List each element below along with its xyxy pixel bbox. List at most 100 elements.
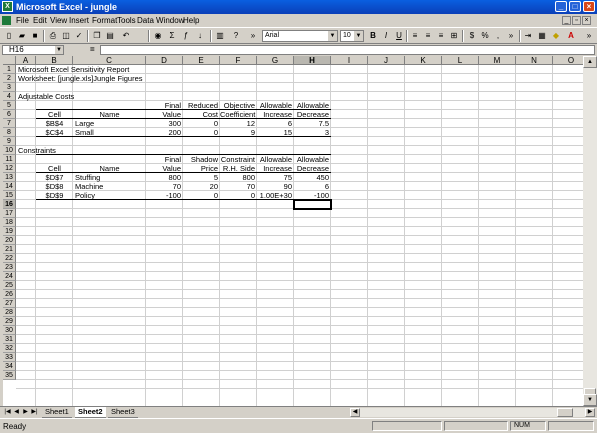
- row-header[interactable]: 14: [3, 182, 16, 191]
- horizontal-scrollbar[interactable]: ◀ ▶: [350, 408, 595, 417]
- column-header[interactable]: B: [36, 56, 73, 65]
- row-header[interactable]: 35: [3, 371, 16, 380]
- font-size-combo[interactable]: 10 ▼: [340, 30, 364, 42]
- scroll-down-icon[interactable]: ▼: [583, 394, 597, 406]
- workbook-close-button[interactable]: ×: [582, 16, 591, 25]
- next-sheet-icon[interactable]: ▶: [21, 408, 30, 417]
- more-buttons-icon[interactable]: »: [247, 30, 259, 42]
- column-header[interactable]: M: [479, 56, 516, 65]
- row-header[interactable]: 10: [3, 146, 16, 155]
- row-header[interactable]: 5: [3, 101, 16, 110]
- open-icon[interactable]: ▰: [16, 30, 28, 42]
- column-header[interactable]: O: [553, 56, 583, 65]
- row-header[interactable]: 24: [3, 272, 16, 281]
- menu-edit[interactable]: Edit: [33, 15, 47, 26]
- row-header[interactable]: 18: [3, 218, 16, 227]
- spelling-icon[interactable]: ✓: [73, 30, 85, 42]
- menu-view[interactable]: View: [50, 15, 67, 26]
- column-header[interactable]: H: [294, 56, 331, 65]
- scroll-up-icon[interactable]: ▲: [583, 56, 597, 68]
- function-icon[interactable]: ƒ: [180, 30, 192, 42]
- workbook-minimize-button[interactable]: _: [562, 16, 571, 25]
- row-header[interactable]: 22: [3, 254, 16, 263]
- row-header[interactable]: 30: [3, 326, 16, 335]
- column-header[interactable]: J: [368, 56, 405, 65]
- align-center-icon[interactable]: ≡: [422, 30, 434, 42]
- row-header[interactable]: 2: [3, 74, 16, 83]
- row-header[interactable]: 31: [3, 335, 16, 344]
- bold-icon[interactable]: B: [367, 30, 379, 42]
- sort-ascending-icon[interactable]: ↓: [194, 30, 206, 42]
- row-header[interactable]: 33: [3, 353, 16, 362]
- row-header[interactable]: 16: [3, 200, 16, 209]
- row-header[interactable]: 1: [3, 65, 16, 74]
- formula-input[interactable]: [100, 45, 595, 55]
- row-header[interactable]: 17: [3, 209, 16, 218]
- new-icon[interactable]: ▯: [3, 30, 15, 42]
- minimize-button[interactable]: _: [555, 1, 567, 12]
- row-header[interactable]: 3: [3, 83, 16, 92]
- row-header[interactable]: 29: [3, 317, 16, 326]
- row-header[interactable]: 12: [3, 164, 16, 173]
- print-icon[interactable]: ⎙: [47, 30, 59, 42]
- first-sheet-icon[interactable]: |◀: [3, 408, 12, 417]
- merge-center-icon[interactable]: ⊞: [448, 30, 460, 42]
- sheet-tab-sheet3[interactable]: Sheet3: [108, 407, 138, 418]
- font-name-combo[interactable]: Arial ▼: [262, 30, 338, 42]
- menu-file[interactable]: File: [16, 15, 29, 26]
- scroll-right-icon[interactable]: ▶: [585, 408, 595, 417]
- row-header[interactable]: 11: [3, 155, 16, 164]
- sheet-tab-sheet1[interactable]: Sheet1: [42, 407, 72, 418]
- excel-app-icon[interactable]: X: [2, 1, 13, 12]
- menu-format[interactable]: Format: [92, 15, 117, 26]
- print-preview-icon[interactable]: ◫: [60, 30, 72, 42]
- row-header[interactable]: 21: [3, 245, 16, 254]
- row-header[interactable]: 27: [3, 299, 16, 308]
- font-color-icon[interactable]: A: [565, 30, 577, 42]
- name-box[interactable]: H16 ▼: [2, 45, 64, 55]
- row-header[interactable]: 7: [3, 119, 16, 128]
- fill-color-icon[interactable]: ◆: [550, 30, 562, 42]
- horizontal-scroll-thumb[interactable]: [557, 408, 573, 417]
- save-icon[interactable]: ■: [29, 30, 41, 42]
- column-header[interactable]: D: [146, 56, 183, 65]
- column-header[interactable]: C: [73, 56, 146, 65]
- paste-icon[interactable]: ▤: [104, 30, 116, 42]
- align-left-icon[interactable]: ≡: [409, 30, 421, 42]
- previous-sheet-icon[interactable]: ◀: [12, 408, 21, 417]
- vertical-scrollbar[interactable]: ▲ ▼: [583, 56, 597, 406]
- chevron-down-icon[interactable]: ▼: [328, 31, 337, 41]
- menu-tools[interactable]: Tools: [117, 15, 136, 26]
- row-header[interactable]: 26: [3, 290, 16, 299]
- autosum-icon[interactable]: Σ: [166, 30, 178, 42]
- currency-icon[interactable]: $: [466, 30, 478, 42]
- hyperlink-icon[interactable]: ◉: [152, 30, 164, 42]
- row-header[interactable]: 15: [3, 191, 16, 200]
- row-header[interactable]: 13: [3, 173, 16, 182]
- column-header[interactable]: A: [16, 56, 36, 65]
- row-header[interactable]: 6: [3, 110, 16, 119]
- scroll-left-icon[interactable]: ◀: [350, 408, 360, 417]
- undo-icon[interactable]: ↶: [120, 30, 132, 42]
- row-header[interactable]: 23: [3, 263, 16, 272]
- menu-data[interactable]: Data: [137, 15, 154, 26]
- row-header[interactable]: 9: [3, 137, 16, 146]
- percent-icon[interactable]: %: [479, 30, 491, 42]
- underline-icon[interactable]: U: [393, 30, 405, 42]
- column-header[interactable]: F: [220, 56, 257, 65]
- row-header[interactable]: 28: [3, 308, 16, 317]
- menu-insert[interactable]: Insert: [69, 15, 89, 26]
- chevron-down-icon[interactable]: ▼: [354, 31, 363, 41]
- workbook-icon[interactable]: [2, 16, 11, 25]
- column-header[interactable]: K: [405, 56, 442, 65]
- row-header[interactable]: 25: [3, 281, 16, 290]
- close-button[interactable]: ×: [583, 1, 595, 12]
- menu-help[interactable]: Help: [183, 15, 199, 26]
- chart-wizard-icon[interactable]: ▥: [214, 30, 226, 42]
- column-header[interactable]: N: [516, 56, 553, 65]
- row-header[interactable]: 19: [3, 227, 16, 236]
- chevron-down-icon[interactable]: ▼: [55, 46, 63, 54]
- italic-icon[interactable]: I: [380, 30, 392, 42]
- increase-decimal-icon[interactable]: »: [505, 30, 517, 42]
- help-icon[interactable]: ?: [230, 30, 242, 42]
